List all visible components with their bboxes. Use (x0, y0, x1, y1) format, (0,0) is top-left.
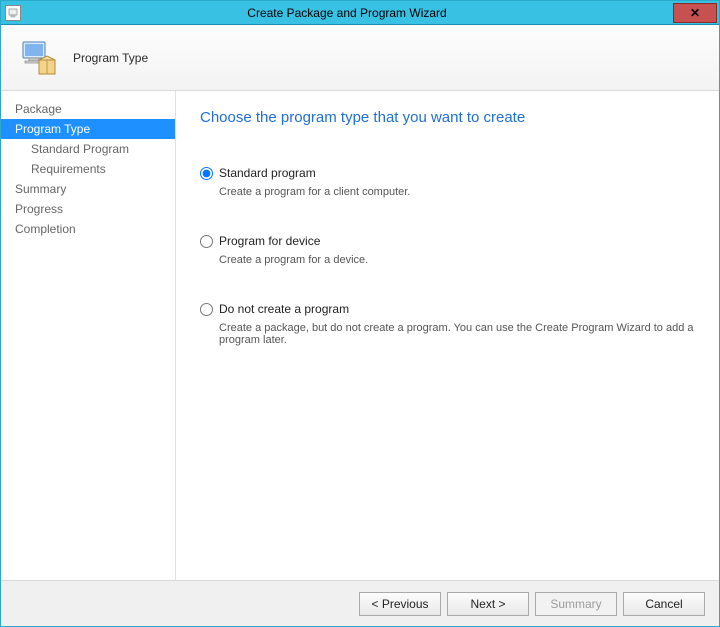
sidebar-item-package[interactable]: Package (1, 99, 175, 119)
app-icon (5, 5, 21, 21)
cancel-button[interactable]: Cancel (623, 592, 705, 616)
option-program-for-device-row[interactable]: Program for device (200, 234, 701, 248)
wizard-sidebar: Package Program Type Standard Program Re… (1, 91, 176, 580)
option-do-not-create-row[interactable]: Do not create a program (200, 302, 701, 316)
computer-package-icon (19, 38, 59, 78)
option-standard-program-desc: Create a program for a client computer. (219, 186, 701, 198)
radio-do-not-create[interactable] (200, 303, 213, 316)
titlebar: Create Package and Program Wizard ✕ (1, 1, 719, 25)
wizard-content: Choose the program type that you want to… (176, 91, 719, 580)
option-do-not-create-desc: Create a package, but do not create a pr… (219, 322, 701, 346)
sidebar-item-standard-program[interactable]: Standard Program (1, 139, 175, 159)
summary-button[interactable]: Summary (535, 592, 617, 616)
previous-button[interactable]: < Previous (359, 592, 441, 616)
wizard-window: Create Package and Program Wizard ✕ Prog… (0, 0, 720, 627)
close-icon: ✕ (690, 6, 700, 20)
radio-program-for-device[interactable] (200, 235, 213, 248)
wizard-header: Program Type (1, 25, 719, 91)
option-do-not-create: Do not create a program Create a package… (200, 302, 701, 346)
page-title: Program Type (73, 51, 148, 65)
option-standard-program: Standard program Create a program for a … (200, 166, 701, 198)
sidebar-item-completion[interactable]: Completion (1, 219, 175, 239)
sidebar-item-summary[interactable]: Summary (1, 179, 175, 199)
option-program-for-device: Program for device Create a program for … (200, 234, 701, 266)
sidebar-item-progress[interactable]: Progress (1, 199, 175, 219)
window-title: Create Package and Program Wizard (21, 6, 673, 20)
sidebar-item-requirements[interactable]: Requirements (1, 159, 175, 179)
option-program-for-device-desc: Create a program for a device. (219, 254, 701, 266)
next-button[interactable]: Next > (447, 592, 529, 616)
wizard-footer: < Previous Next > Summary Cancel (1, 580, 719, 626)
option-standard-program-label: Standard program (219, 166, 316, 180)
option-standard-program-row[interactable]: Standard program (200, 166, 701, 180)
option-do-not-create-label: Do not create a program (219, 302, 349, 316)
option-program-for-device-label: Program for device (219, 234, 320, 248)
close-button[interactable]: ✕ (673, 3, 717, 23)
radio-standard-program[interactable] (200, 167, 213, 180)
content-heading: Choose the program type that you want to… (200, 109, 701, 126)
wizard-body: Package Program Type Standard Program Re… (1, 91, 719, 580)
sidebar-item-program-type[interactable]: Program Type (1, 119, 175, 139)
